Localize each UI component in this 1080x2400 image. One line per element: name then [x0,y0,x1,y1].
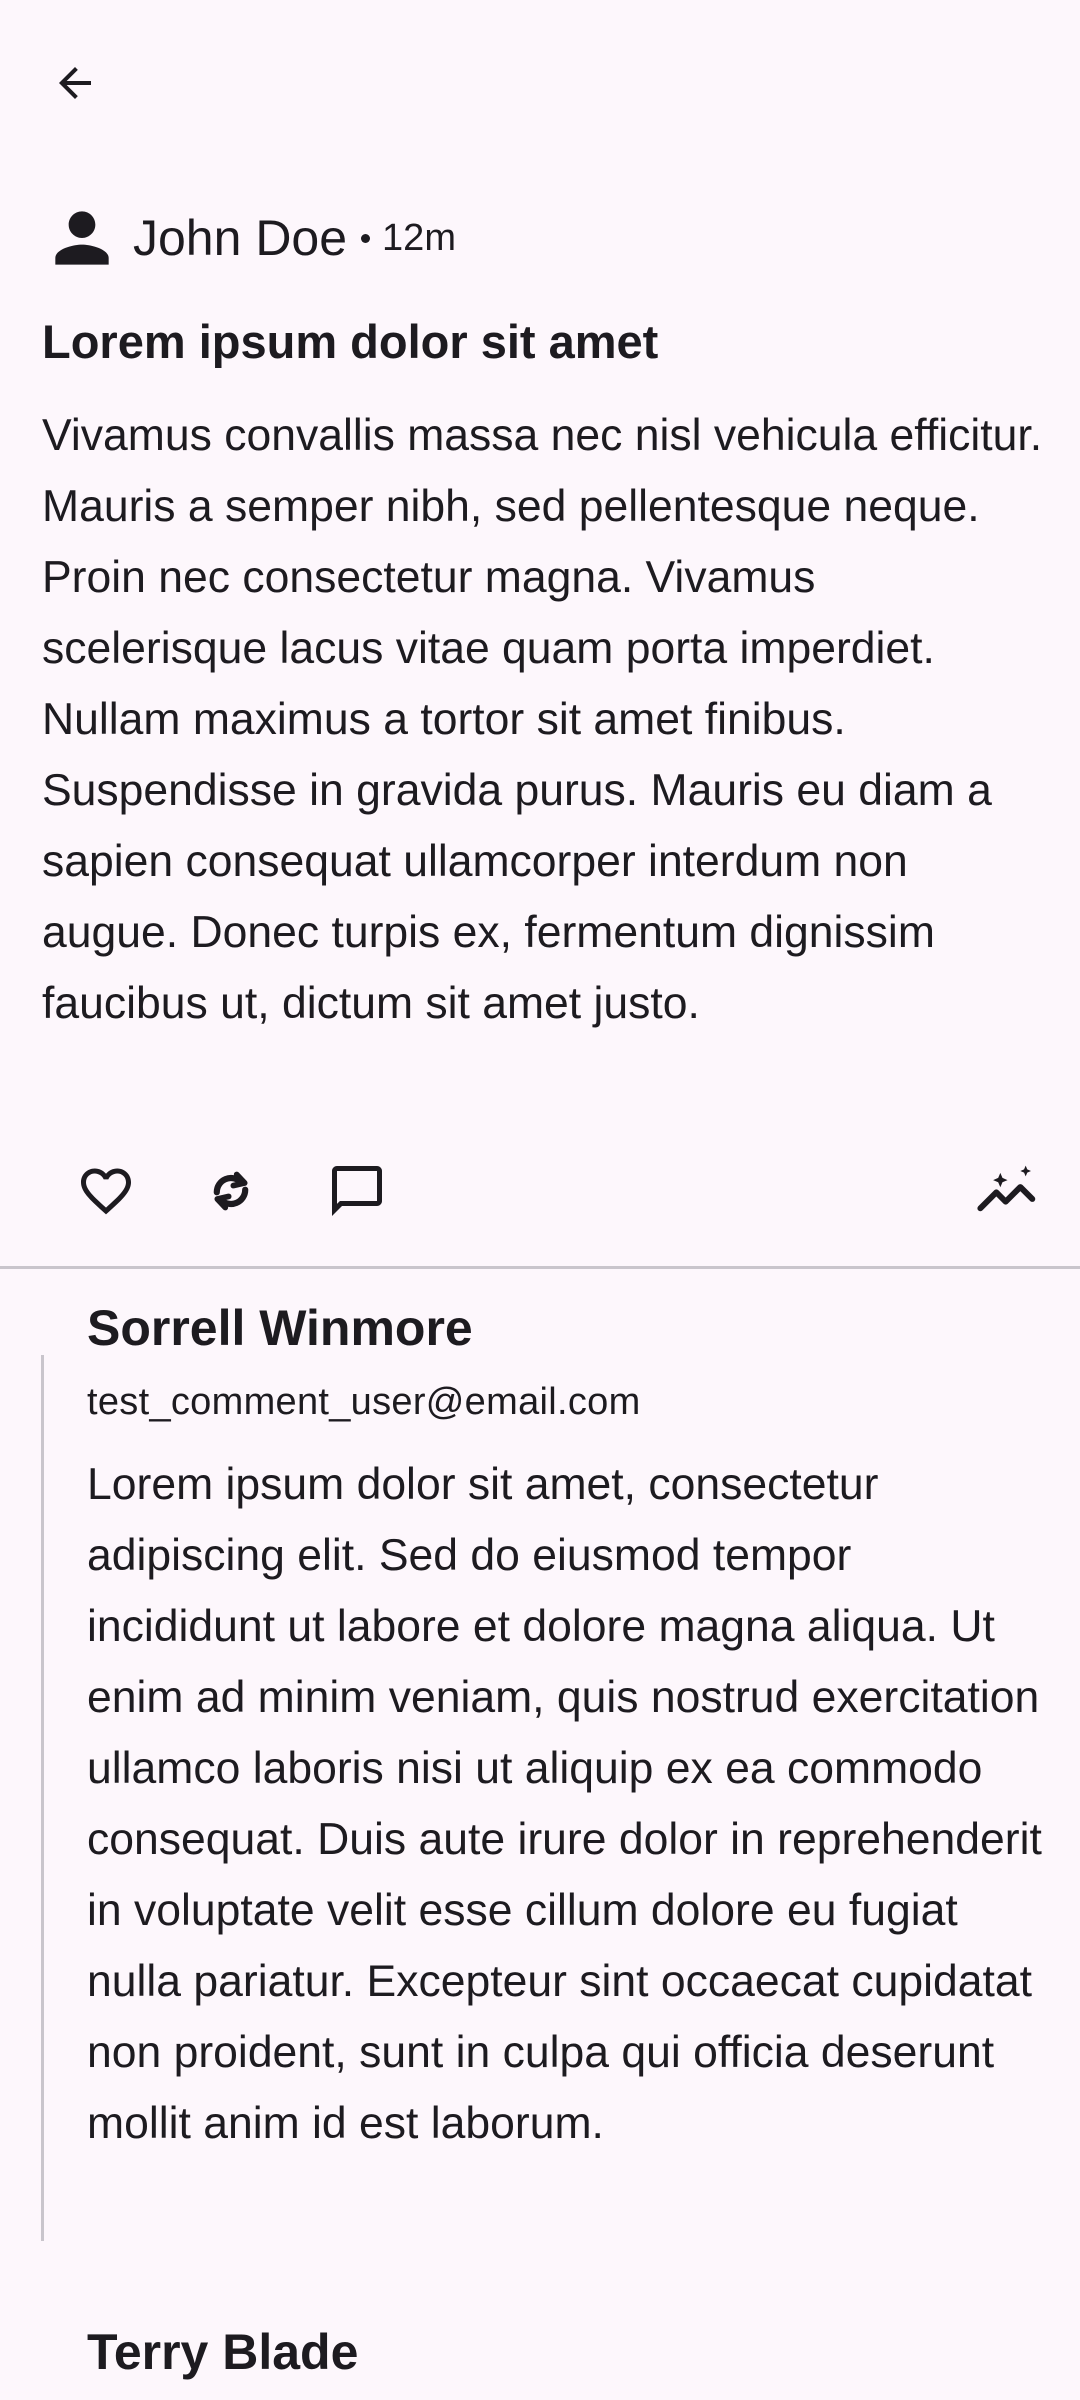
separator-dot [361,233,371,243]
top-app-bar [0,0,1080,168]
post-author-row: John Doe 12m [42,198,456,278]
comment-body: Lorem ipsum dolor sit amet, consectetur … [87,1460,1042,2148]
comment-icon [332,1166,382,1216]
comment-author-name[interactable]: Terry Blade [87,2323,358,2381]
sparkle-trend-icon [977,1165,1036,1212]
repost-button[interactable] [186,1146,276,1236]
comment-author-name[interactable]: Sorrell Winmore [87,1299,473,1357]
avatar[interactable] [42,198,122,278]
arrow-back-icon [59,67,91,99]
post-timestamp: 12m [382,216,456,259]
divider [0,1266,1080,1269]
post-author-name[interactable]: John Doe [133,209,347,267]
repost-icon [213,1171,249,1211]
comment-author-email: test_comment_user@email.com [87,1381,641,1423]
insights-button[interactable] [962,1146,1052,1236]
back-button[interactable] [36,44,114,122]
post-actions [0,1146,1080,1236]
person-icon [55,211,109,265]
comment-button[interactable] [312,1146,402,1236]
heart-outline-icon [81,1168,131,1215]
comment-thread-line [41,1355,44,2241]
post-body: Vivamus convallis massa nec nisl vehicul… [42,411,1043,1028]
post-title: Lorem ipsum dolor sit amet [42,315,659,368]
like-button[interactable] [61,1146,151,1236]
